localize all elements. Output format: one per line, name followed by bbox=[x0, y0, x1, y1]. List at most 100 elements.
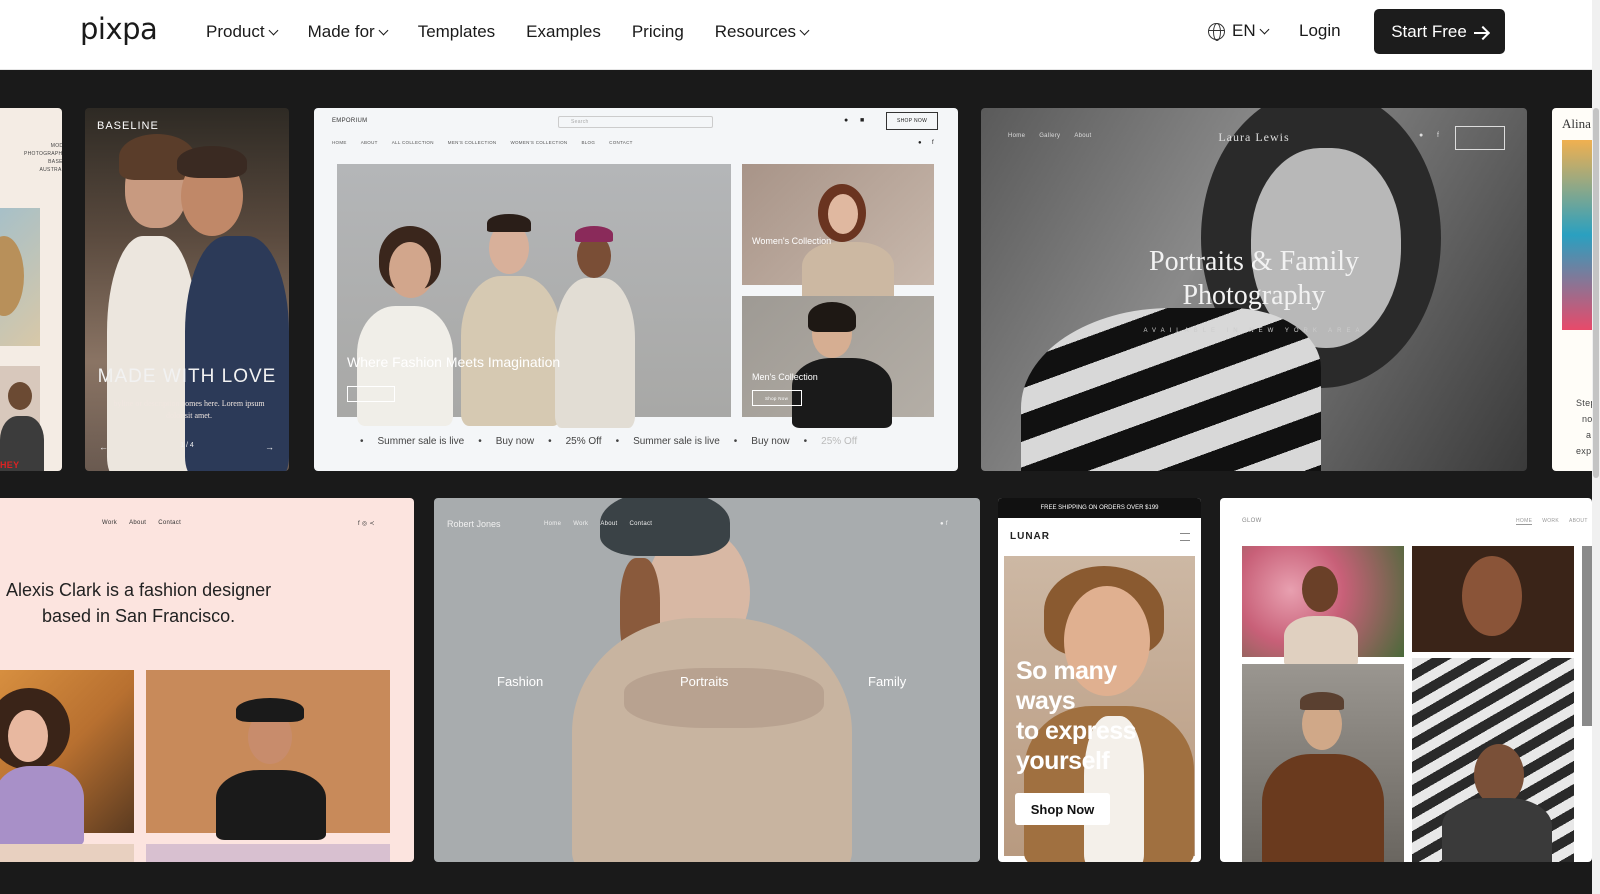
nav-product-label: Product bbox=[206, 22, 265, 41]
lunar-hero-image: So many ways to express yourself Shop No… bbox=[1004, 556, 1195, 862]
lunar-brand: LUNAR bbox=[1010, 531, 1050, 542]
baseline-pager: 1 / 4 bbox=[180, 442, 194, 449]
ticker-dot: • bbox=[615, 435, 620, 447]
alexis-nav: Work About Contact bbox=[102, 520, 181, 526]
login-link[interactable]: Login bbox=[1299, 21, 1341, 41]
laura-subtitle: AVAILABLE IN NEW YORK AREA bbox=[1143, 328, 1365, 334]
emporium-menu-item: ALL COLLECTION bbox=[391, 140, 434, 145]
robert-nav-item: Work bbox=[573, 521, 589, 527]
template-card-baseline[interactable]: BASELINE MADE WITH LOVE byline or descri… bbox=[85, 108, 289, 471]
emporium-menu: HOME ABOUT ALL COLLECTION MEN'S COLLECTI… bbox=[332, 140, 633, 145]
emporium-menu-item: MEN'S COLLECTION bbox=[447, 140, 497, 145]
template-card-lunar[interactable]: FREE SHIPPING ON ORDERS OVER $199 LUNAR … bbox=[998, 498, 1201, 862]
template-card-laura-lewis[interactable]: Home Gallery About Laura Lewis ● f Portr… bbox=[981, 108, 1527, 471]
template-card-alexis-clark[interactable]: Work About Contact f ◎ ≺ Alexis Clark is… bbox=[0, 498, 414, 862]
robert-nav-item: Home bbox=[544, 521, 562, 527]
emporium-shop-label: SHOP NOW bbox=[897, 118, 928, 124]
glow-brand: GLOW bbox=[1242, 518, 1262, 524]
twitter-icon: ● bbox=[918, 140, 922, 146]
nav-resources-label: Resources bbox=[714, 22, 797, 41]
nav-made-for[interactable]: Made for bbox=[308, 22, 389, 42]
lunar-headline-line: yourself bbox=[1016, 747, 1110, 775]
template-card-partial-left[interactable]: MODEL PHOTOGRAPHER BASE IN AUSTRALIA HEY bbox=[0, 108, 62, 471]
emporium-search: Search bbox=[558, 116, 713, 128]
striped-portrait bbox=[1412, 658, 1574, 862]
alexis-headline-line2: based in San Francisco. bbox=[42, 606, 236, 626]
alexis-nav-item: About bbox=[129, 520, 147, 526]
nav-pricing-label: Pricing bbox=[631, 22, 684, 41]
lunar-banner: FREE SHIPPING ON ORDERS OVER $199 bbox=[998, 498, 1201, 518]
start-free-button[interactable]: Start Free bbox=[1374, 9, 1505, 54]
mens-shop-label: Shop Now bbox=[765, 396, 789, 401]
robert-label-portraits: Portraits bbox=[680, 674, 729, 689]
scrollbar-thumb[interactable] bbox=[1593, 108, 1599, 478]
emporium-search-placeholder: Search bbox=[571, 119, 589, 125]
chevron-down-icon bbox=[268, 25, 279, 35]
template-card-robert-jones[interactable]: Robert Jones Home Work About Contact ● f… bbox=[434, 498, 980, 862]
ticker-dot: • bbox=[360, 435, 364, 447]
emporium-shop-button: SHOP NOW bbox=[886, 112, 938, 130]
emporium-menu-item: ABOUT bbox=[360, 140, 378, 145]
social-icons: f ◎ ≺ bbox=[358, 521, 375, 527]
start-free-label: Start Free bbox=[1391, 21, 1467, 41]
arrow-right-icon bbox=[1473, 31, 1488, 34]
ticker-item: 25% Off bbox=[821, 435, 858, 447]
ticker-item: Summer sale is live bbox=[633, 435, 720, 447]
glow-nav-item: ABOUT bbox=[1568, 518, 1588, 524]
globe-icon bbox=[1208, 22, 1225, 41]
partial-left-badge: HEY bbox=[0, 460, 20, 470]
emporium-menu-item: WOMEN'S COLLECTION bbox=[510, 140, 568, 145]
robert-nav: Home Work About Contact bbox=[544, 521, 652, 527]
mens-collection-image: Men's Collection Shop Now bbox=[742, 296, 934, 428]
ticker-dot: • bbox=[733, 435, 738, 447]
laura-title-line2: Photography bbox=[1182, 280, 1326, 311]
hands-portrait bbox=[1412, 546, 1574, 652]
robert-label-fashion: Fashion bbox=[497, 674, 544, 689]
nav-product[interactable]: Product bbox=[206, 22, 279, 42]
alexis-nav-item: Work bbox=[102, 520, 118, 526]
nav-pricing[interactable]: Pricing bbox=[632, 22, 684, 42]
nav-examples[interactable]: Examples bbox=[526, 22, 601, 42]
lilac-photo bbox=[146, 844, 390, 862]
emporium-hero-button bbox=[347, 386, 395, 402]
alina-text: exp bbox=[1576, 446, 1592, 456]
facebook-icon: f bbox=[932, 140, 934, 146]
womens-collection-label: Women's Collection bbox=[752, 236, 832, 246]
emporium-hero-text: Where Fashion Meets Imagination bbox=[347, 354, 561, 370]
cart-icon: ■ bbox=[860, 117, 865, 124]
alina-name: Alina bbox=[1562, 116, 1591, 131]
robert-nav-item: Contact bbox=[629, 521, 653, 527]
partial-left-text: BASE IN AUSTRALIA bbox=[39, 159, 62, 173]
emporium-brand: EMPORIUM bbox=[332, 118, 368, 124]
pixpa-logo[interactable]: pixpa bbox=[80, 12, 158, 46]
ticker-dot: • bbox=[548, 435, 552, 447]
robert-label-family: Family bbox=[868, 674, 907, 689]
flowers-portrait bbox=[1242, 546, 1404, 666]
laura-name: Laura Lewis bbox=[1218, 130, 1290, 144]
emporium-menu-item: CONTACT bbox=[609, 140, 633, 145]
chevron-down-icon bbox=[1259, 24, 1270, 34]
facebook-icon: f bbox=[1437, 132, 1440, 139]
nav-resources[interactable]: Resources bbox=[714, 22, 810, 42]
alexis-nav-item: Contact bbox=[158, 520, 182, 526]
template-card-emporium[interactable]: EMPORIUM Search ● ■ SHOP NOW HOME ABOUT … bbox=[314, 108, 958, 471]
language-selector[interactable]: EN bbox=[1208, 21, 1270, 41]
twitter-icon: ● bbox=[1419, 132, 1424, 139]
hamburger-icon bbox=[1180, 533, 1190, 541]
palm-photo bbox=[0, 844, 134, 862]
lunar-headline-line: So many bbox=[1016, 657, 1117, 685]
emporium-menu-item: HOME bbox=[332, 140, 347, 145]
chevron-down-icon bbox=[799, 25, 810, 35]
baseline-headline: MADE WITH LOVE bbox=[97, 366, 277, 387]
page-scrollbar[interactable] bbox=[1592, 0, 1600, 894]
lunar-shop-label: Shop Now bbox=[1030, 801, 1095, 817]
next-arrow-icon: → bbox=[265, 442, 274, 452]
ticker-dot: • bbox=[478, 435, 482, 447]
baseline-brand: BASELINE bbox=[97, 120, 159, 132]
ticker-item: 25% Off bbox=[565, 435, 602, 447]
emporium-hero-image: Where Fashion Meets Imagination bbox=[337, 164, 731, 428]
template-card-glow[interactable]: GLOW HOME WORK ABOUT bbox=[1220, 498, 1592, 862]
curly-hair-photo bbox=[0, 670, 134, 846]
nav-templates[interactable]: Templates bbox=[418, 22, 495, 42]
chevron-down-icon bbox=[378, 25, 389, 35]
